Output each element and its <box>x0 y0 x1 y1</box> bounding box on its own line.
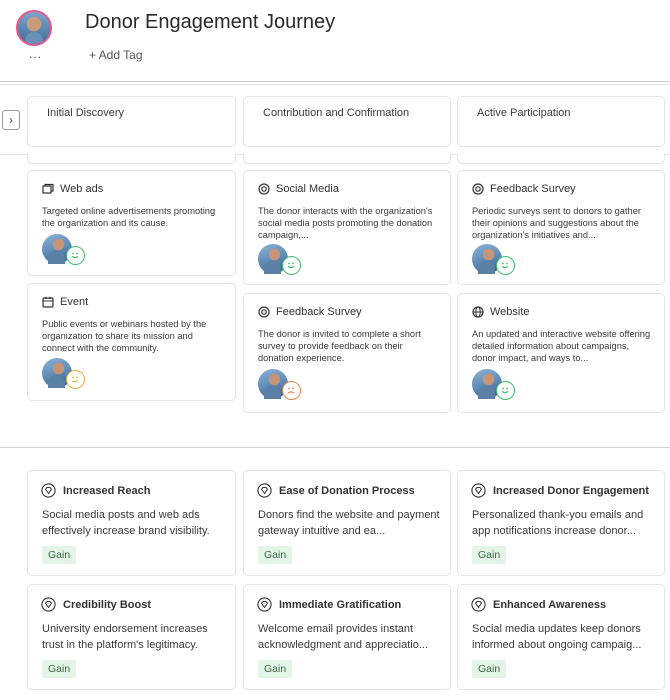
insight-description: Welcome email provides instant acknowled… <box>258 623 428 651</box>
stage-label: Contribution and Confirmation <box>263 107 410 119</box>
insight-description: Social media updates keep donors informe… <box>472 623 642 651</box>
more-options-icon[interactable]: ... <box>29 48 42 60</box>
touchpoint-description: The donor is invited to complete a short… <box>258 329 421 364</box>
insight-description: Personalized thank-you emails and app no… <box>472 509 644 537</box>
diamond-icon <box>257 483 272 498</box>
sad-face-icon[interactable] <box>282 381 301 400</box>
touchpoint-title: Feedback Survey <box>490 183 576 195</box>
touchpoint-description: Periodic surveys sent to donors to gathe… <box>472 206 641 241</box>
happy-face-icon[interactable] <box>66 246 85 265</box>
touchpoint-title: Feedback Survey <box>276 306 362 318</box>
touchpoint-description: The donor interacts with the organizatio… <box>258 206 433 241</box>
insight-description: University endorsement increases trust i… <box>42 623 208 651</box>
target-icon <box>258 306 270 318</box>
gain-badge: Gain <box>258 546 293 564</box>
touchpoint-title: Social Media <box>276 183 339 195</box>
insight-description: Social media posts and web ads effective… <box>42 509 210 537</box>
divider <box>0 84 670 85</box>
stage-label: Initial Discovery <box>47 107 125 119</box>
globe-icon <box>472 306 484 318</box>
insight-card[interactable]: Immediate Gratification Welcome email pr… <box>243 584 451 690</box>
ad-window-icon <box>42 183 54 195</box>
happy-face-icon[interactable] <box>496 256 515 275</box>
touchpoint-title: Web ads <box>60 183 104 195</box>
neutral-face-icon[interactable] <box>66 370 85 389</box>
gain-badge: Gain <box>472 660 507 678</box>
touchpoint-card[interactable]: Feedback Survey Periodic surveys sent to… <box>457 170 665 285</box>
page-title[interactable]: Donor Engagement Journey <box>85 11 335 34</box>
insight-card[interactable]: Ease of Donation Process Donors find the… <box>243 470 451 576</box>
calendar-icon <box>42 296 54 308</box>
touchpoint-title: Website <box>490 306 530 318</box>
insight-description: Donors find the website and payment gate… <box>258 509 440 537</box>
expand-sidebar-button[interactable]: › <box>2 110 20 130</box>
chevron-right-icon: › <box>9 113 13 127</box>
stage-label: Active Participation <box>477 107 571 119</box>
target-icon <box>258 183 270 195</box>
target-icon <box>472 183 484 195</box>
gain-badge: Gain <box>42 660 77 678</box>
diamond-icon <box>41 483 56 498</box>
gain-badge: Gain <box>42 546 77 564</box>
diamond-icon <box>471 597 486 612</box>
happy-face-icon[interactable] <box>496 381 515 400</box>
happy-face-icon[interactable] <box>282 256 301 275</box>
stage-header-initial-discovery[interactable]: Initial Discovery <box>27 96 236 147</box>
gain-badge: Gain <box>472 546 507 564</box>
insight-title: Credibility Boost <box>63 598 152 611</box>
touchpoint-card[interactable]: Web ads Targeted online advertisements p… <box>27 170 236 276</box>
avatar[interactable] <box>16 10 52 46</box>
collapsed-card <box>243 154 451 164</box>
collapsed-card <box>457 154 665 164</box>
add-tag-button[interactable]: + Add Tag <box>89 48 143 62</box>
diamond-icon <box>257 597 272 612</box>
insight-title: Increased Reach <box>63 484 151 497</box>
diamond-icon <box>471 483 486 498</box>
insight-title: Enhanced Awareness <box>493 598 607 611</box>
divider <box>0 81 670 82</box>
insight-card[interactable]: Enhanced Awareness Social media updates … <box>457 584 665 690</box>
touchpoint-card[interactable]: Feedback Survey The donor is invited to … <box>243 293 451 413</box>
insight-card[interactable]: Increased Reach Social media posts and w… <box>27 470 236 576</box>
insight-card[interactable]: Credibility Boost University endorsement… <box>27 584 236 690</box>
touchpoint-description: Targeted online advertisements promoting… <box>42 206 216 229</box>
touchpoint-description: An updated and interactive website offer… <box>472 329 651 364</box>
touchpoint-description: Public events or webinars hosted by the … <box>42 319 207 354</box>
gain-badge: Gain <box>258 660 293 678</box>
touchpoint-title: Event <box>60 296 89 308</box>
insight-card[interactable]: Increased Donor Engagement Personalized … <box>457 470 665 576</box>
lane-divider <box>0 447 670 448</box>
insight-title: Increased Donor Engagement <box>493 484 649 497</box>
stage-header-active-participation[interactable]: Active Participation <box>457 96 665 147</box>
touchpoint-card[interactable]: Event Public events or webinars hosted b… <box>27 283 236 401</box>
insight-title: Ease of Donation Process <box>279 484 415 497</box>
touchpoint-card[interactable]: Website An updated and interactive websi… <box>457 293 665 413</box>
stage-header-contribution[interactable]: Contribution and Confirmation <box>243 96 451 147</box>
diamond-icon <box>41 597 56 612</box>
collapsed-card <box>27 154 236 164</box>
touchpoint-card[interactable]: Social Media The donor interacts with th… <box>243 170 451 285</box>
journey-header: ... Donor Engagement Journey + Add Tag <box>0 0 670 85</box>
insight-title: Immediate Gratification <box>279 598 402 611</box>
